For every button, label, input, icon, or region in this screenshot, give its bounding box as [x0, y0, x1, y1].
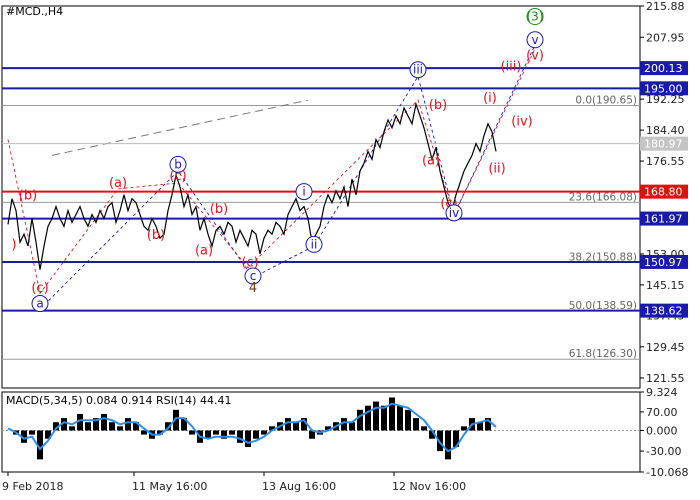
indicator-axis-label: 9.324 — [646, 386, 678, 399]
macd-histogram-bar — [405, 409, 411, 431]
price-axis-label: 207.95 — [646, 31, 685, 44]
price-axis-label: 121.55 — [646, 372, 685, 385]
wave-label: ii — [311, 237, 318, 251]
macd-histogram-bar — [381, 405, 387, 431]
macd-histogram-bar — [397, 405, 403, 431]
price-tag-label: 161.97 — [644, 213, 683, 226]
wave-label: (a) — [109, 176, 127, 191]
macd-histogram-bar — [365, 405, 371, 431]
wave-label: v — [531, 33, 538, 47]
wave-label: (b) — [19, 189, 37, 204]
fib-level-label: 61.8(126.30) — [569, 348, 637, 360]
indicator-axis-label: 70.00 — [646, 406, 678, 419]
macd-histogram-bar — [69, 426, 75, 431]
wave-label: (ii) — [488, 161, 505, 176]
macd-histogram-bar — [245, 430, 251, 447]
wave-label: (c) — [169, 169, 186, 184]
wave-label: 4 — [249, 281, 257, 296]
time-axis-label: 11 May 16:00 — [132, 480, 207, 493]
price-tag-label: 150.97 — [644, 256, 683, 269]
wave-label: a — [36, 297, 43, 311]
macd-histogram-bar — [293, 422, 299, 431]
wave-label: (b) — [147, 228, 165, 243]
macd-histogram-bar — [445, 430, 451, 460]
macd-histogram-bar — [349, 422, 355, 431]
wave-label: (c) — [31, 281, 48, 296]
macd-histogram-bar — [357, 409, 363, 431]
wave-label: (v) — [526, 49, 544, 64]
indicator-title: MACD(5,34,5) 0.084 0.914 RSI(14) 44.41 — [6, 394, 231, 407]
wave-label: (a) — [422, 153, 440, 168]
price-tag-label: 200.13 — [644, 62, 683, 75]
macd-histogram-bar — [117, 426, 123, 431]
wave-label: (a) — [195, 243, 213, 258]
price-axis-label: 184.40 — [646, 124, 685, 137]
indicator-axis-label: -10.068 — [646, 466, 688, 479]
price-tag-label: 138.62 — [644, 305, 683, 318]
price-tag-label: 168.80 — [644, 186, 683, 199]
wave-label: iii — [413, 63, 423, 77]
macd-histogram-bar — [101, 413, 107, 431]
macd-histogram-bar — [421, 426, 427, 431]
wave-label: (iv) — [511, 114, 532, 129]
wave-label: i — [302, 185, 305, 199]
wave-label: (3) — [527, 10, 544, 24]
wave-label: (b) — [429, 98, 447, 113]
macd-histogram-bar — [109, 422, 115, 431]
time-axis-label: 9 Feb 2018 — [2, 480, 63, 493]
indicator-axis-label: 0.000 — [646, 424, 678, 437]
price-axis-label: 176.55 — [646, 155, 685, 168]
macd-histogram-bar — [85, 422, 91, 431]
macd-histogram-bar — [373, 401, 379, 431]
price-axis-label: 215.88 — [646, 0, 685, 13]
macd-histogram-bar — [237, 430, 243, 443]
fib-level-label: 23.6(166.08) — [569, 191, 637, 203]
chart: 0.0(190.65)23.6(166.08)38.2(150.88)50.0(… — [0, 0, 700, 500]
macd-histogram-bar — [461, 426, 467, 431]
indicator-axis-label: -30.00 — [646, 445, 681, 458]
main-chart-title: #MCD.,H4 — [6, 5, 63, 18]
macd-histogram-bar — [213, 430, 219, 435]
macd-histogram-bar — [389, 397, 395, 431]
wave-label: iv — [449, 206, 459, 220]
time-axis-label: 12 Nov 16:00 — [392, 480, 466, 493]
wave-label: (i) — [483, 91, 497, 106]
fib-level-label: 0.0(190.65) — [575, 94, 637, 106]
price-axis-label: 145.15 — [646, 279, 685, 292]
time-axis-label: 13 Aug 16:00 — [262, 480, 336, 493]
wave-label: (b) — [210, 202, 228, 217]
wave-label: ) — [11, 237, 16, 252]
price-axis-label: 129.45 — [646, 341, 685, 354]
price-tag-label: 180.97 — [644, 138, 683, 151]
wave-label: (iii) — [501, 60, 522, 75]
macd-histogram-bar — [125, 418, 131, 431]
macd-histogram-bar — [29, 430, 35, 435]
macd-histogram-bar — [189, 430, 195, 435]
macd-histogram-bar — [413, 418, 419, 431]
price-tag-label: 195.00 — [644, 82, 683, 95]
macd-histogram-bar — [229, 430, 235, 435]
macd-histogram-bar — [253, 430, 259, 439]
